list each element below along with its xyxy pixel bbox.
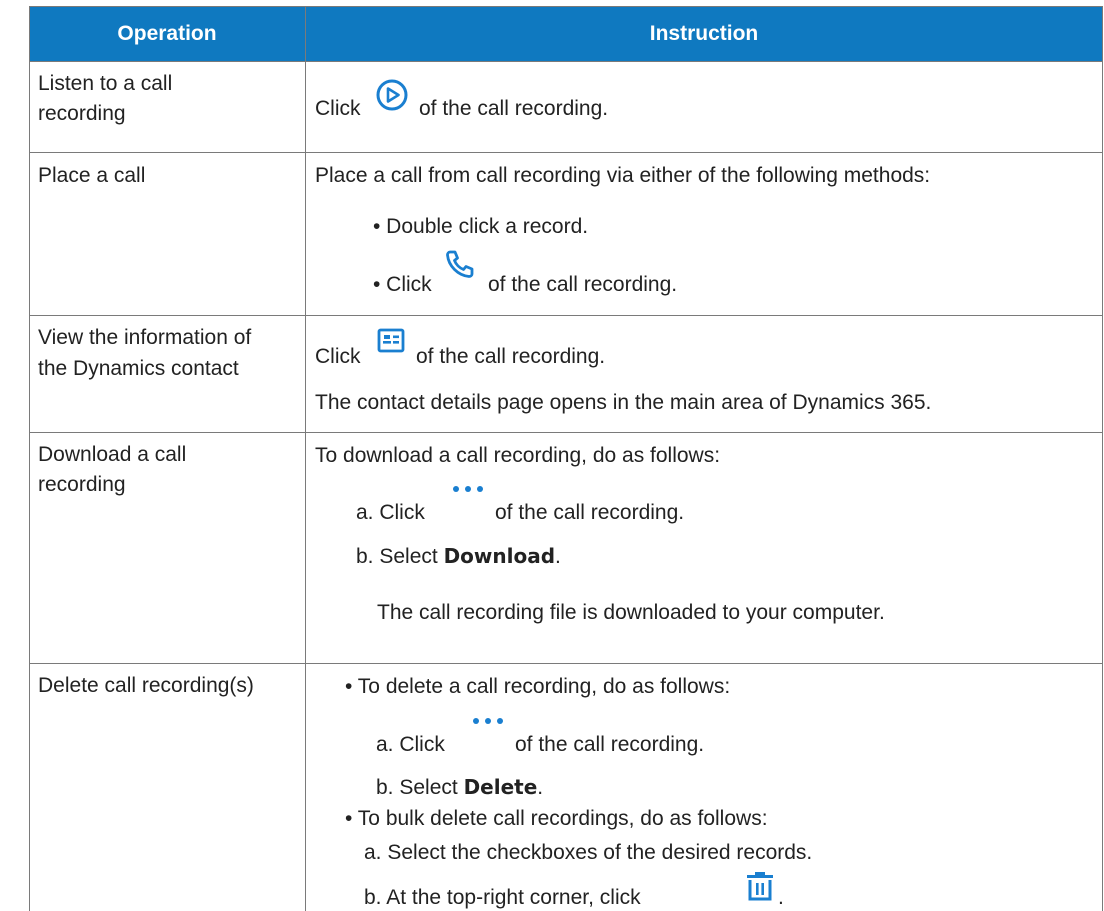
contact-card-icon[interactable] bbox=[376, 326, 406, 356]
row2-bullet1: • Double click a record. bbox=[373, 215, 589, 238]
row4-operation-line2: recording bbox=[38, 473, 126, 496]
row5-b1-step-a-suffix: of the call recording. bbox=[515, 733, 705, 756]
row5-b1-step-b-prefix: b. Select bbox=[376, 776, 458, 799]
row5-operation: Delete call recording(s) bbox=[38, 674, 254, 697]
grid-row3 bbox=[29, 315, 1103, 316]
grid-row1 bbox=[29, 61, 1103, 62]
row5-bullet1: • To delete a call recording, do as foll… bbox=[345, 675, 731, 698]
row2-bullet2-prefix: • Click bbox=[373, 273, 432, 296]
row5-b2-step-b-suffix: . bbox=[778, 886, 784, 909]
row5-b1-step-b-suffix: . bbox=[537, 776, 544, 799]
row4-step-a-prefix: a. Click bbox=[356, 501, 425, 524]
more-icon[interactable] bbox=[471, 716, 505, 726]
row4-note: The call recording file is downloaded to… bbox=[377, 601, 885, 624]
operations-table: Operation Instruction Listen to a call r… bbox=[29, 6, 1103, 911]
grid-row2 bbox=[29, 152, 1103, 153]
header-instruction: Instruction bbox=[649, 22, 759, 45]
row5-b2-step-a: a. Select the checkboxes of the desired … bbox=[364, 841, 813, 864]
row5-b1-step-a-prefix: a. Click bbox=[376, 733, 445, 756]
header-operation: Operation bbox=[117, 22, 217, 45]
row5-b2-step-b-prefix: b. At the top-right corner, click bbox=[364, 886, 641, 909]
row2-bullet2-suffix: of the call recording. bbox=[488, 273, 678, 296]
row1-operation-line1: Listen to a call bbox=[38, 72, 173, 95]
grid-row5 bbox=[29, 663, 1103, 664]
row3-note: The contact details page opens in the ma… bbox=[315, 391, 932, 414]
grid-middle bbox=[305, 6, 306, 911]
row4-step-b-suffix: . bbox=[555, 545, 561, 568]
trash-icon[interactable] bbox=[746, 872, 774, 902]
row4-step-a-suffix: of the call recording. bbox=[495, 501, 685, 524]
row1-click-text: Click bbox=[315, 97, 361, 120]
row4-intro: To download a call recording, do as foll… bbox=[315, 444, 721, 467]
row5-b1-step-b: b. Select Delete. bbox=[376, 774, 543, 801]
grid-left bbox=[29, 6, 30, 911]
row4-operation-line1: Download a call bbox=[38, 443, 187, 466]
row3-operation-line1: View the information of bbox=[38, 326, 252, 349]
row3-operation-line2: the Dynamics contact bbox=[38, 357, 239, 380]
row4-step-b: b. Select Download. bbox=[356, 543, 561, 570]
row5-b1-step-b-bold: Delete bbox=[463, 775, 538, 799]
row3-click-text: Click bbox=[315, 345, 361, 368]
row4-step-b-bold: Download bbox=[443, 544, 556, 568]
grid-row4 bbox=[29, 432, 1103, 433]
play-circle-icon[interactable] bbox=[375, 78, 409, 112]
grid-right bbox=[1102, 6, 1103, 911]
row1-operation-line2: recording bbox=[38, 102, 126, 125]
grid-top bbox=[29, 6, 1103, 7]
row3-after-icon: of the call recording. bbox=[416, 345, 606, 368]
table-header: Operation Instruction bbox=[29, 6, 1103, 61]
row2-intro: Place a call from call recording via eit… bbox=[315, 164, 931, 187]
phone-icon[interactable] bbox=[443, 247, 477, 281]
row4-step-b-prefix: b. Select bbox=[356, 545, 438, 568]
more-icon[interactable] bbox=[451, 484, 485, 494]
row5-bullet2: • To bulk delete call recordings, do as … bbox=[345, 807, 768, 830]
row1-after-icon: of the call recording. bbox=[419, 97, 609, 120]
row2-operation: Place a call bbox=[38, 164, 146, 187]
